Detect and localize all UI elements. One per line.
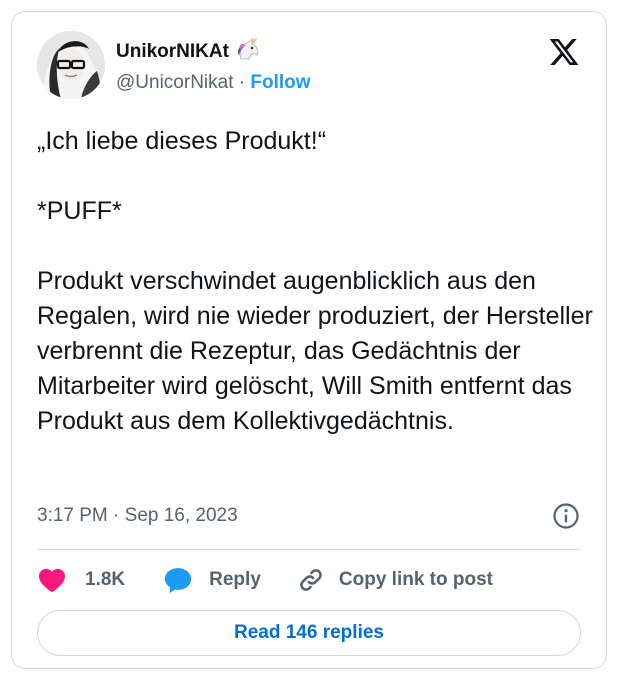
author-display-name[interactable]: UnikorNIKAt	[116, 41, 229, 63]
unicorn-icon	[235, 37, 261, 67]
like-button[interactable]: 1.8K	[37, 567, 125, 593]
divider	[37, 549, 581, 550]
tweet-text: „Ich liebe dieses Produkt!“ *PUFF* Produ…	[37, 127, 593, 435]
link-icon	[300, 569, 322, 591]
like-count: 1.8K	[85, 569, 126, 590]
info-icon[interactable]	[552, 502, 580, 530]
author-handle[interactable]: @UnicorNikat	[116, 72, 233, 93]
copy-link-label: Copy link to post	[338, 569, 493, 590]
author-handle-row: @UnicorNikat · Follow	[116, 72, 311, 94]
author-name-row[interactable]: UnikorNIKAt	[116, 37, 261, 67]
tweet-card: UnikorNIKAt @UnicorNikat · Follow „Ich l…	[11, 11, 607, 669]
avatar[interactable]	[37, 31, 105, 99]
copy-link-button[interactable]: Copy link to post	[297, 566, 493, 594]
reply-label: Reply	[209, 569, 261, 590]
tweet-timestamp[interactable]: 3:17 PM · Sep 16, 2023	[37, 505, 238, 527]
action-bar: 1.8K Reply Copy link to post	[37, 565, 493, 595]
read-replies-label: Read 146 replies	[234, 622, 384, 643]
x-logo-icon[interactable]	[548, 36, 580, 68]
reply-bubble-icon	[165, 568, 192, 594]
heart-icon	[39, 568, 65, 593]
separator-dot: ·	[238, 72, 246, 93]
read-replies-button[interactable]: Read 146 replies	[37, 610, 581, 656]
follow-button[interactable]: Follow	[250, 72, 310, 93]
reply-button[interactable]: Reply	[163, 566, 261, 594]
avatar-photo	[37, 31, 105, 99]
